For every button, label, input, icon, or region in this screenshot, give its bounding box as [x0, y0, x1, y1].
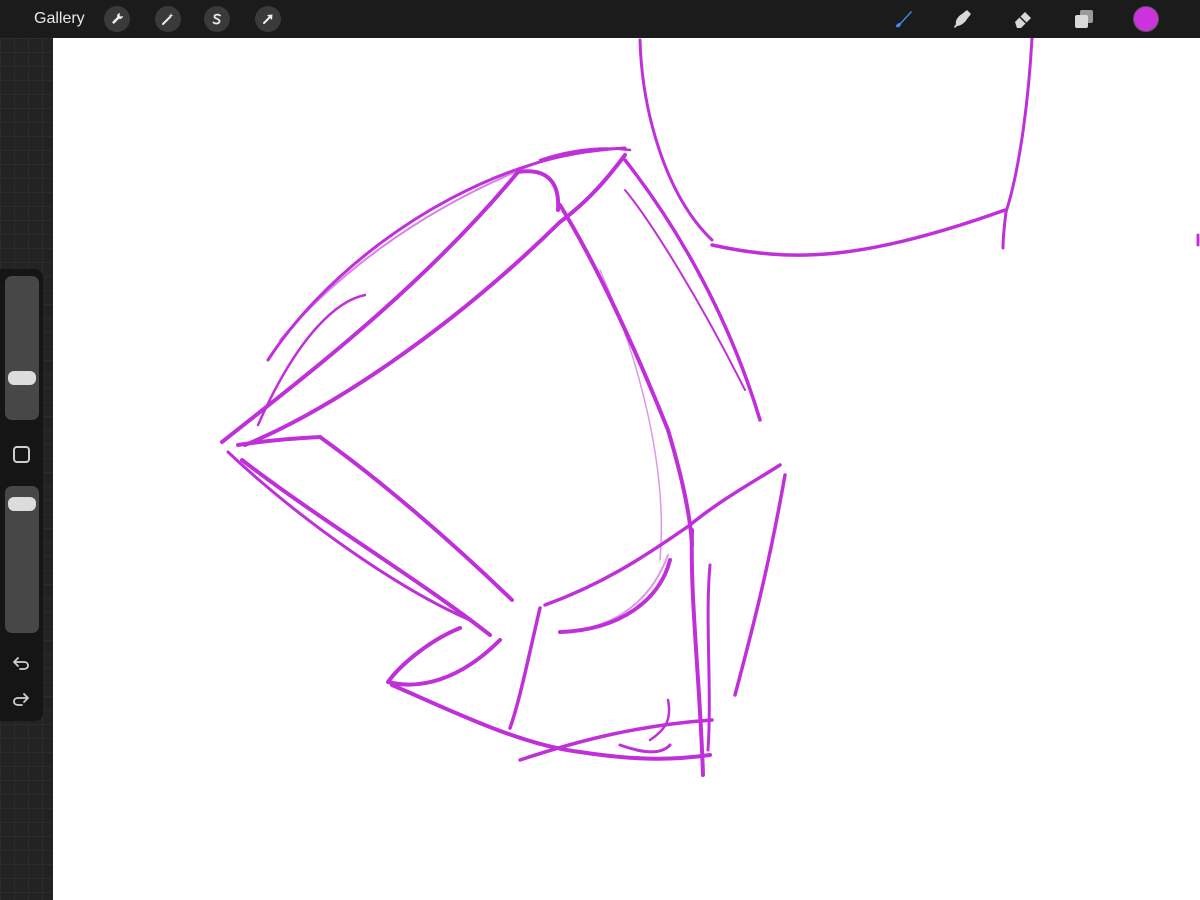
stroke	[648, 698, 671, 742]
magic-wand-icon	[162, 13, 174, 25]
stroke	[243, 153, 627, 447]
stroke	[558, 558, 672, 634]
smudge-tool-button[interactable]	[948, 5, 976, 33]
stroke	[710, 208, 1007, 257]
stroke	[508, 606, 542, 730]
modify-button[interactable]	[13, 446, 30, 463]
stroke	[220, 169, 561, 444]
stroke	[733, 473, 787, 697]
stroke	[266, 146, 627, 362]
stroke	[599, 269, 663, 561]
stroke	[1001, 38, 1034, 250]
top-toolbar: Gallery	[0, 0, 1200, 38]
sketch-strokes	[220, 38, 1200, 777]
smudge-icon	[954, 10, 971, 28]
stroke	[390, 683, 712, 761]
brush-size-slider[interactable]	[5, 276, 39, 420]
wrench-icon	[112, 13, 123, 24]
selection-button[interactable]	[204, 6, 230, 32]
left-sidebar	[0, 269, 43, 721]
stroke	[618, 743, 672, 754]
adjustments-button[interactable]	[155, 6, 181, 32]
redo-button[interactable]	[10, 688, 32, 710]
brush-icon	[896, 11, 912, 28]
stroke	[318, 435, 514, 602]
opacity-thumb[interactable]	[8, 496, 36, 511]
stroke	[706, 563, 712, 752]
stroke	[689, 528, 705, 777]
gallery-button[interactable]: Gallery	[34, 0, 85, 38]
color-picker-swatch[interactable]	[1133, 6, 1159, 32]
eraser-icon	[1015, 12, 1031, 28]
actions-button[interactable]	[104, 6, 130, 32]
stroke	[543, 463, 782, 607]
layers-icon	[1075, 10, 1093, 28]
stroke	[240, 458, 492, 637]
stroke	[518, 718, 714, 762]
undo-button[interactable]	[10, 652, 32, 674]
redo-icon	[13, 693, 29, 706]
procreate-app: Gallery	[0, 0, 1200, 900]
stroke	[386, 626, 502, 687]
arrow-cursor-icon	[263, 14, 273, 24]
brush-size-thumb[interactable]	[8, 370, 36, 385]
drawing-canvas[interactable]	[53, 38, 1200, 900]
brush-tool-button[interactable]	[889, 5, 917, 33]
selection-s-icon	[212, 13, 221, 25]
stroke	[638, 38, 714, 242]
opacity-slider[interactable]	[5, 486, 39, 633]
stroke	[624, 189, 746, 391]
layers-tool-button[interactable]	[1070, 5, 1098, 33]
stroke	[558, 203, 694, 547]
transform-button[interactable]	[255, 6, 281, 32]
eraser-tool-button[interactable]	[1009, 5, 1037, 33]
stroke	[256, 293, 367, 427]
undo-icon	[13, 657, 29, 670]
